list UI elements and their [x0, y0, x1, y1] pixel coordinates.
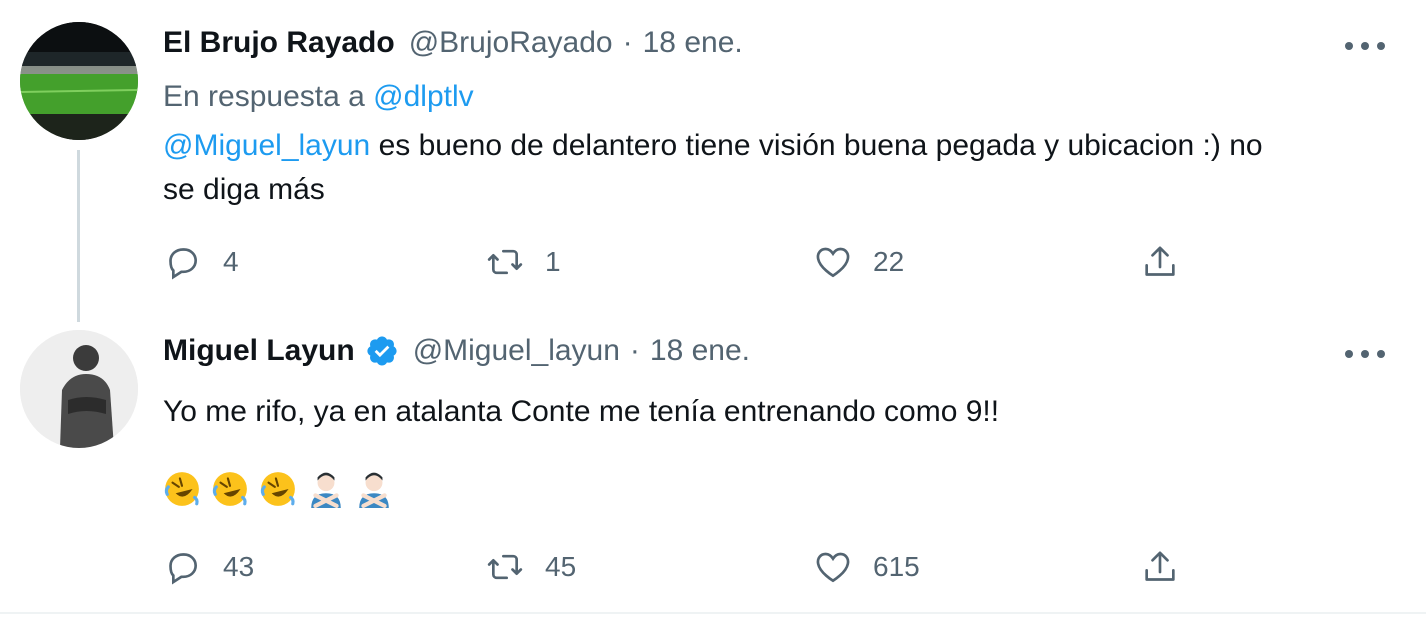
reply-button[interactable]: 4	[163, 242, 239, 282]
more-dot	[1377, 350, 1385, 358]
more-dot	[1377, 42, 1385, 50]
verified-badge-icon	[365, 334, 399, 368]
retweet-button[interactable]: 45	[485, 547, 576, 587]
person-avatar-image	[20, 330, 138, 448]
display-name[interactable]: Miguel Layun	[163, 334, 355, 368]
tweet-date[interactable]: 18 ene.	[650, 334, 750, 368]
bottom-divider	[0, 612, 1426, 614]
retweet-icon	[487, 249, 523, 275]
avatar[interactable]	[20, 330, 138, 448]
rolling-on-floor-laughing-icon	[260, 472, 295, 506]
reply-icon	[169, 248, 198, 280]
retweet-count: 45	[545, 551, 577, 582]
like-button[interactable]: 615	[813, 547, 920, 587]
avatar[interactable]	[20, 22, 138, 140]
tweet-date[interactable]: 18 ene.	[643, 26, 743, 60]
share-button[interactable]	[1140, 547, 1180, 587]
man-gesturing-no-icon	[311, 472, 341, 508]
reply-count: 43	[223, 551, 255, 582]
reply-button[interactable]: 43	[163, 547, 254, 587]
share-icon	[1145, 551, 1175, 581]
like-count: 615	[873, 551, 920, 582]
mention-link[interactable]: @Miguel_layun	[163, 129, 370, 162]
heart-icon	[816, 247, 850, 278]
share-icon	[1145, 246, 1175, 276]
separator-dot: ·	[622, 26, 633, 59]
more-dot	[1345, 42, 1353, 50]
reply-to-mention-link[interactable]: @dlptlv	[373, 80, 474, 113]
share-button[interactable]	[1140, 242, 1180, 282]
more-options-icon[interactable]	[1345, 342, 1385, 366]
tweet-actions: 43 45 615	[0, 547, 1426, 587]
more-dot	[1345, 350, 1353, 358]
reply-context: En respuesta a @dlptlv	[163, 80, 474, 114]
reply-prefix: En respuesta a	[163, 80, 365, 113]
more-dot	[1361, 42, 1369, 50]
user-handle[interactable]: @BrujoRayado	[409, 26, 613, 60]
more-dot	[1361, 350, 1369, 358]
retweet-count: 1	[545, 246, 561, 277]
reply-count: 4	[223, 246, 239, 277]
tweet-text: Yo me rifo, ya en atalanta Conte me tení…	[163, 395, 1000, 428]
display-name[interactable]: El Brujo Rayado	[163, 26, 395, 60]
heart-icon	[816, 552, 850, 583]
tweet-text: @Miguel_layun es bueno de delantero tien…	[163, 124, 1283, 212]
tweet-header: El Brujo Rayado @BrujoRayado · 18 ene.	[163, 26, 743, 60]
man-gesturing-no-icon	[359, 472, 389, 508]
like-button[interactable]: 22	[813, 242, 904, 282]
tweet-header: Miguel Layun @Miguel_layun · 18 ene.	[163, 334, 750, 368]
tweet-thread: El Brujo Rayado @BrujoRayado · 18 ene. E…	[0, 0, 1426, 620]
tweet-reply[interactable]: El Brujo Rayado @BrujoRayado · 18 ene. E…	[0, 0, 1426, 320]
separator-dot: ·	[629, 334, 640, 367]
rolling-on-floor-laughing-icon	[164, 472, 199, 506]
rolling-on-floor-laughing-icon	[212, 472, 247, 506]
user-handle[interactable]: @Miguel_layun	[413, 334, 620, 368]
stadium-avatar-image	[20, 22, 138, 140]
more-options-icon[interactable]	[1345, 34, 1385, 58]
reply-icon	[169, 553, 198, 585]
retweet-button[interactable]: 1	[485, 242, 561, 282]
emoji-row	[163, 470, 393, 508]
tweet-actions: 4 1 22	[0, 242, 1426, 282]
like-count: 22	[873, 246, 905, 277]
retweet-icon	[487, 554, 523, 580]
